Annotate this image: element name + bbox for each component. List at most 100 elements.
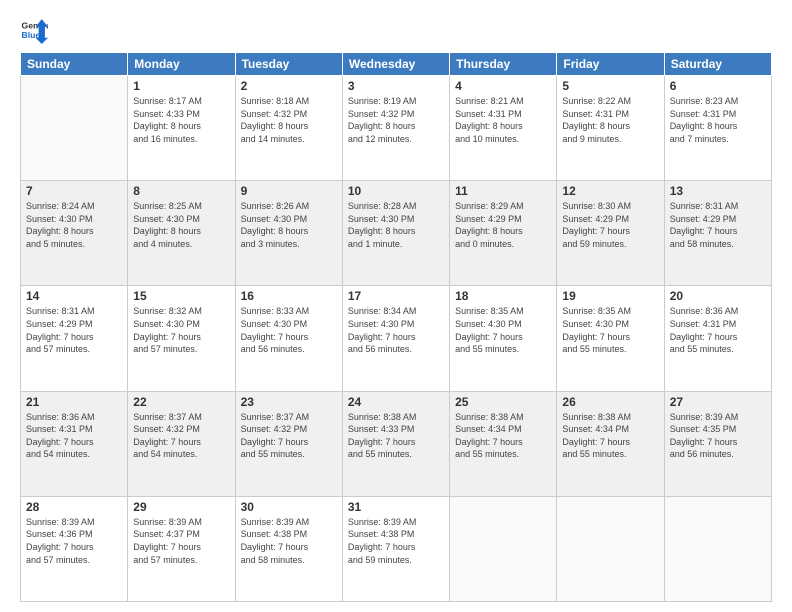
calendar-cell: 5Sunrise: 8:22 AM Sunset: 4:31 PM Daylig… <box>557 76 664 181</box>
calendar-cell <box>21 76 128 181</box>
day-info: Sunrise: 8:39 AM Sunset: 4:35 PM Dayligh… <box>670 411 766 461</box>
calendar-cell: 31 Sunrise: 8:39 AM Sunset: 4:38 PM Dayli… <box>342 496 449 601</box>
day-number: 12 <box>562 184 658 198</box>
calendar-cell: 19 Sunrise: 8:35 AM Sunset: 4:30 PM Dayli… <box>557 286 664 391</box>
day-info: Sunrise: 8:37 AM Sunset: 4:32 PM Dayligh… <box>133 411 229 461</box>
weekday-header-saturday: Saturday <box>664 53 771 76</box>
calendar-cell: 6 Sunrise: 8:23 AM Sunset: 4:31 PM Daylig… <box>664 76 771 181</box>
day-number: 21 <box>26 395 122 409</box>
calendar-cell: 2 Sunrise: 8:18 AM Sunset: 4:32 PM Daylig… <box>235 76 342 181</box>
calendar-cell: 29Sunrise: 8:39 AM Sunset: 4:37 PM Dayli… <box>128 496 235 601</box>
calendar-table: SundayMondayTuesdayWednesdayThursdayFrid… <box>20 52 772 602</box>
day-number: 1 <box>133 79 229 93</box>
calendar-cell <box>664 496 771 601</box>
day-info: Sunrise: 8:24 AM Sunset: 4:30 PM Dayligh… <box>26 200 122 250</box>
day-info: Sunrise: 8:39 AM Sunset: 4:38 PM Dayligh… <box>241 516 337 566</box>
day-number: 3 <box>348 79 444 93</box>
week-row-5: 28 Sunrise: 8:39 AM Sunset: 4:36 PM Dayli… <box>21 496 772 601</box>
logo: General Blue <box>20 16 48 44</box>
day-info: Sunrise: 8:32 AM Sunset: 4:30 PM Dayligh… <box>133 305 229 355</box>
day-info: Sunrise: 8:39 AM Sunset: 4:38 PM Dayligh… <box>348 516 444 566</box>
day-number: 27 <box>670 395 766 409</box>
day-info: Sunrise: 8:17 AM Sunset: 4:33 PM Dayligh… <box>133 95 229 145</box>
week-row-3: 14 Sunrise: 8:31 AM Sunset: 4:29 PM Dayli… <box>21 286 772 391</box>
day-info: Sunrise: 8:29 AM Sunset: 4:29 PM Dayligh… <box>455 200 551 250</box>
day-number: 6 <box>670 79 766 93</box>
day-number: 14 <box>26 289 122 303</box>
calendar-cell <box>557 496 664 601</box>
calendar-cell: 12Sunrise: 8:30 AM Sunset: 4:29 PM Dayli… <box>557 181 664 286</box>
day-info: Sunrise: 8:21 AM Sunset: 4:31 PM Dayligh… <box>455 95 551 145</box>
day-number: 22 <box>133 395 229 409</box>
day-info: Sunrise: 8:31 AM Sunset: 4:29 PM Dayligh… <box>26 305 122 355</box>
calendar-cell: 14 Sunrise: 8:31 AM Sunset: 4:29 PM Dayli… <box>21 286 128 391</box>
calendar-cell: 1 Sunrise: 8:17 AM Sunset: 4:33 PM Daylig… <box>128 76 235 181</box>
day-info: Sunrise: 8:38 AM Sunset: 4:34 PM Dayligh… <box>562 411 658 461</box>
calendar-cell: 13 Sunrise: 8:31 AM Sunset: 4:29 PM Dayli… <box>664 181 771 286</box>
week-row-1: 1 Sunrise: 8:17 AM Sunset: 4:33 PM Daylig… <box>21 76 772 181</box>
day-number: 5 <box>562 79 658 93</box>
day-number: 30 <box>241 500 337 514</box>
day-number: 15 <box>133 289 229 303</box>
day-info: Sunrise: 8:33 AM Sunset: 4:30 PM Dayligh… <box>241 305 337 355</box>
weekday-header-friday: Friday <box>557 53 664 76</box>
day-number: 11 <box>455 184 551 198</box>
weekday-header-row: SundayMondayTuesdayWednesdayThursdayFrid… <box>21 53 772 76</box>
day-number: 24 <box>348 395 444 409</box>
day-number: 25 <box>455 395 551 409</box>
day-info: Sunrise: 8:37 AM Sunset: 4:32 PM Dayligh… <box>241 411 337 461</box>
day-info: Sunrise: 8:23 AM Sunset: 4:31 PM Dayligh… <box>670 95 766 145</box>
day-number: 17 <box>348 289 444 303</box>
day-number: 18 <box>455 289 551 303</box>
day-number: 31 <box>348 500 444 514</box>
day-number: 7 <box>26 184 122 198</box>
day-number: 2 <box>241 79 337 93</box>
day-info: Sunrise: 8:18 AM Sunset: 4:32 PM Dayligh… <box>241 95 337 145</box>
calendar-cell: 21 Sunrise: 8:36 AM Sunset: 4:31 PM Dayli… <box>21 391 128 496</box>
day-number: 19 <box>562 289 658 303</box>
day-number: 26 <box>562 395 658 409</box>
calendar-cell: 22 Sunrise: 8:37 AM Sunset: 4:32 PM Dayli… <box>128 391 235 496</box>
calendar-cell: 3 Sunrise: 8:19 AM Sunset: 4:32 PM Daylig… <box>342 76 449 181</box>
calendar-cell: 25Sunrise: 8:38 AM Sunset: 4:34 PM Dayli… <box>450 391 557 496</box>
day-info: Sunrise: 8:35 AM Sunset: 4:30 PM Dayligh… <box>455 305 551 355</box>
calendar-cell: 9Sunrise: 8:26 AM Sunset: 4:30 PM Daylig… <box>235 181 342 286</box>
calendar-cell: 10 Sunrise: 8:28 AM Sunset: 4:30 PM Dayli… <box>342 181 449 286</box>
day-info: Sunrise: 8:26 AM Sunset: 4:30 PM Dayligh… <box>241 200 337 250</box>
day-info: Sunrise: 8:36 AM Sunset: 4:31 PM Dayligh… <box>26 411 122 461</box>
weekday-header-sunday: Sunday <box>21 53 128 76</box>
calendar-cell: 16 Sunrise: 8:33 AM Sunset: 4:30 PM Dayli… <box>235 286 342 391</box>
calendar-cell: 24Sunrise: 8:38 AM Sunset: 4:33 PM Dayli… <box>342 391 449 496</box>
day-number: 23 <box>241 395 337 409</box>
calendar-cell: 15 Sunrise: 8:32 AM Sunset: 4:30 PM Dayli… <box>128 286 235 391</box>
day-info: Sunrise: 8:25 AM Sunset: 4:30 PM Dayligh… <box>133 200 229 250</box>
day-number: 28 <box>26 500 122 514</box>
day-info: Sunrise: 8:19 AM Sunset: 4:32 PM Dayligh… <box>348 95 444 145</box>
calendar-cell <box>450 496 557 601</box>
day-number: 13 <box>670 184 766 198</box>
day-number: 16 <box>241 289 337 303</box>
day-number: 8 <box>133 184 229 198</box>
day-number: 4 <box>455 79 551 93</box>
calendar-cell: 7 Sunrise: 8:24 AM Sunset: 4:30 PM Daylig… <box>21 181 128 286</box>
calendar-cell: 28 Sunrise: 8:39 AM Sunset: 4:36 PM Dayli… <box>21 496 128 601</box>
day-number: 10 <box>348 184 444 198</box>
calendar-cell: 23 Sunrise: 8:37 AM Sunset: 4:32 PM Dayli… <box>235 391 342 496</box>
week-row-4: 21 Sunrise: 8:36 AM Sunset: 4:31 PM Dayli… <box>21 391 772 496</box>
calendar-cell: 18 Sunrise: 8:35 AM Sunset: 4:30 PM Dayli… <box>450 286 557 391</box>
calendar-cell: 17Sunrise: 8:34 AM Sunset: 4:30 PM Dayli… <box>342 286 449 391</box>
calendar-cell: 4 Sunrise: 8:21 AM Sunset: 4:31 PM Daylig… <box>450 76 557 181</box>
weekday-header-thursday: Thursday <box>450 53 557 76</box>
day-info: Sunrise: 8:35 AM Sunset: 4:30 PM Dayligh… <box>562 305 658 355</box>
weekday-header-tuesday: Tuesday <box>235 53 342 76</box>
day-info: Sunrise: 8:39 AM Sunset: 4:36 PM Dayligh… <box>26 516 122 566</box>
page-header: General Blue <box>20 16 772 44</box>
day-number: 29 <box>133 500 229 514</box>
day-info: Sunrise: 8:36 AM Sunset: 4:31 PM Dayligh… <box>670 305 766 355</box>
calendar-cell: 20Sunrise: 8:36 AM Sunset: 4:31 PM Dayli… <box>664 286 771 391</box>
logo-icon: General Blue <box>20 16 48 44</box>
calendar-cell: 27 Sunrise: 8:39 AM Sunset: 4:35 PM Dayli… <box>664 391 771 496</box>
day-info: Sunrise: 8:31 AM Sunset: 4:29 PM Dayligh… <box>670 200 766 250</box>
calendar-cell: 8 Sunrise: 8:25 AM Sunset: 4:30 PM Daylig… <box>128 181 235 286</box>
day-info: Sunrise: 8:28 AM Sunset: 4:30 PM Dayligh… <box>348 200 444 250</box>
